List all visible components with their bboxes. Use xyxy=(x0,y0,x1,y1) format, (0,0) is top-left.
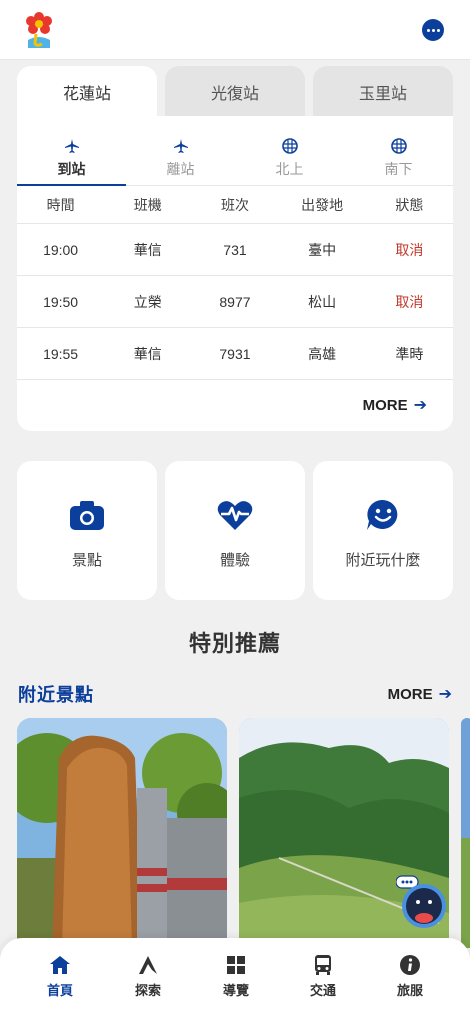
status-cell: 準時 xyxy=(395,345,424,362)
tab-station-hualien[interactable]: 花蓮站 xyxy=(17,66,157,118)
quick-link-experiences[interactable]: 體驗 xyxy=(165,461,305,600)
time-cell: 19:50 xyxy=(43,293,79,310)
nav-explore[interactable]: 探索 xyxy=(101,954,195,999)
origin-cell: 高雄 xyxy=(308,345,337,362)
column-header: 班機 xyxy=(133,196,162,213)
tab-label: 到站 xyxy=(57,161,86,177)
airline-cell: 華信 xyxy=(133,241,162,258)
schedule-table: 時間 班機 班次 出發地 狀態 19:00 華信 731 臺中 取消 19:50… xyxy=(17,186,453,380)
table-row: 19:00 華信 731 臺中 取消 xyxy=(17,224,453,276)
flight-number-cell: 731 xyxy=(223,241,247,258)
table-header: 時間 班機 班次 出發地 狀態 xyxy=(17,186,453,224)
chatbot-mascot-icon[interactable] xyxy=(395,874,448,930)
nav-label: 導覽 xyxy=(222,983,249,998)
nav-label: 首頁 xyxy=(46,983,73,998)
bus-icon xyxy=(315,955,331,975)
more-label: MORE xyxy=(387,685,433,703)
tab-southbound[interactable]: 南下 xyxy=(344,116,453,186)
tab-arrivals[interactable]: 到站 xyxy=(17,116,126,186)
table-row: 19:50 立榮 8977 松山 取消 xyxy=(17,276,453,328)
tab-station-yuli[interactable]: 玉里站 xyxy=(313,66,453,118)
special-recommendations-title: 特別推薦 xyxy=(188,631,281,656)
app-logo[interactable] xyxy=(22,10,56,50)
tab-label: 南下 xyxy=(384,161,413,177)
schedule-more-link[interactable]: MORE ➔ xyxy=(363,395,427,415)
tab-departures[interactable]: 離站 xyxy=(126,116,235,186)
attraction-card-image[interactable] xyxy=(461,718,470,948)
tab-station-guangfu[interactable]: 光復站 xyxy=(165,66,305,118)
nav-label: 交通 xyxy=(309,983,336,998)
flag-icon xyxy=(139,956,157,974)
top-bar xyxy=(0,0,470,60)
arrow-right-icon: ➔ xyxy=(413,397,427,414)
train-icon xyxy=(390,138,407,154)
tab-label: 離站 xyxy=(166,161,195,177)
nearby-more-link[interactable]: MORE ➔ xyxy=(388,684,452,704)
nav-label: 旅服 xyxy=(396,983,423,998)
grid-icon xyxy=(227,956,245,974)
column-header: 時間 xyxy=(46,196,75,213)
plane-icon xyxy=(64,139,79,153)
table-row: 19:55 華信 7931 高雄 準時 xyxy=(17,328,453,380)
schedule-panel: 到站 離站 北上 南下 時間 班機 班次 出發地 狀態 19:00 華信 731… xyxy=(17,116,453,431)
quick-link-label: 景點 xyxy=(71,552,102,569)
nav-guide[interactable]: 導覽 xyxy=(189,954,283,999)
flight-number-cell: 7931 xyxy=(219,345,251,362)
bottom-navigation: 首頁 探索 導覽 交通 旅服 xyxy=(0,938,470,1024)
airline-cell: 立榮 xyxy=(133,293,162,310)
status-cell: 取消 xyxy=(395,293,424,310)
tab-northbound[interactable]: 北上 xyxy=(235,116,344,186)
tab-label: 北上 xyxy=(275,161,304,177)
plane-icon xyxy=(173,139,188,153)
more-options-icon[interactable] xyxy=(422,19,444,41)
station-tabs: 花蓮站 光復站 玉里站 xyxy=(17,66,453,118)
flight-number-cell: 8977 xyxy=(219,293,251,310)
nav-home[interactable]: 首頁 xyxy=(13,954,107,999)
quick-link-label: 體驗 xyxy=(219,552,250,569)
station-schedule-card: 花蓮站 光復站 玉里站 到站 離站 北上 南下 時間 班機 班次 出發地 狀態 … xyxy=(17,66,453,431)
airline-cell: 華信 xyxy=(133,345,162,362)
attraction-card-image[interactable] xyxy=(17,718,227,948)
nav-label: 探索 xyxy=(134,983,161,998)
arrow-right-icon: ➔ xyxy=(438,686,452,703)
info-icon xyxy=(400,955,420,975)
train-icon xyxy=(281,138,298,154)
nav-travel-service[interactable]: 旅服 xyxy=(363,954,457,999)
heart-pulse-icon xyxy=(217,501,253,530)
status-cell: 取消 xyxy=(395,241,424,258)
quick-link-attractions[interactable]: 景點 xyxy=(17,461,157,600)
home-icon xyxy=(50,956,70,974)
column-header: 班次 xyxy=(220,196,249,213)
quick-link-nearby-fun[interactable]: 附近玩什麼 xyxy=(313,461,453,600)
mode-tabs: 到站 離站 北上 南下 xyxy=(17,116,453,186)
column-header: 狀態 xyxy=(395,196,424,213)
nav-transport[interactable]: 交通 xyxy=(276,954,370,999)
origin-cell: 臺中 xyxy=(308,241,337,258)
quick-link-label: 附近玩什麼 xyxy=(345,552,421,569)
more-label: MORE xyxy=(362,396,408,414)
nearby-attractions-title: 附近景點 xyxy=(18,685,94,705)
origin-cell: 松山 xyxy=(308,293,337,310)
smile-chat-icon xyxy=(367,499,398,530)
column-header: 出發地 xyxy=(301,196,344,213)
time-cell: 19:55 xyxy=(43,345,79,362)
camera-icon xyxy=(70,501,104,530)
time-cell: 19:00 xyxy=(43,241,79,258)
